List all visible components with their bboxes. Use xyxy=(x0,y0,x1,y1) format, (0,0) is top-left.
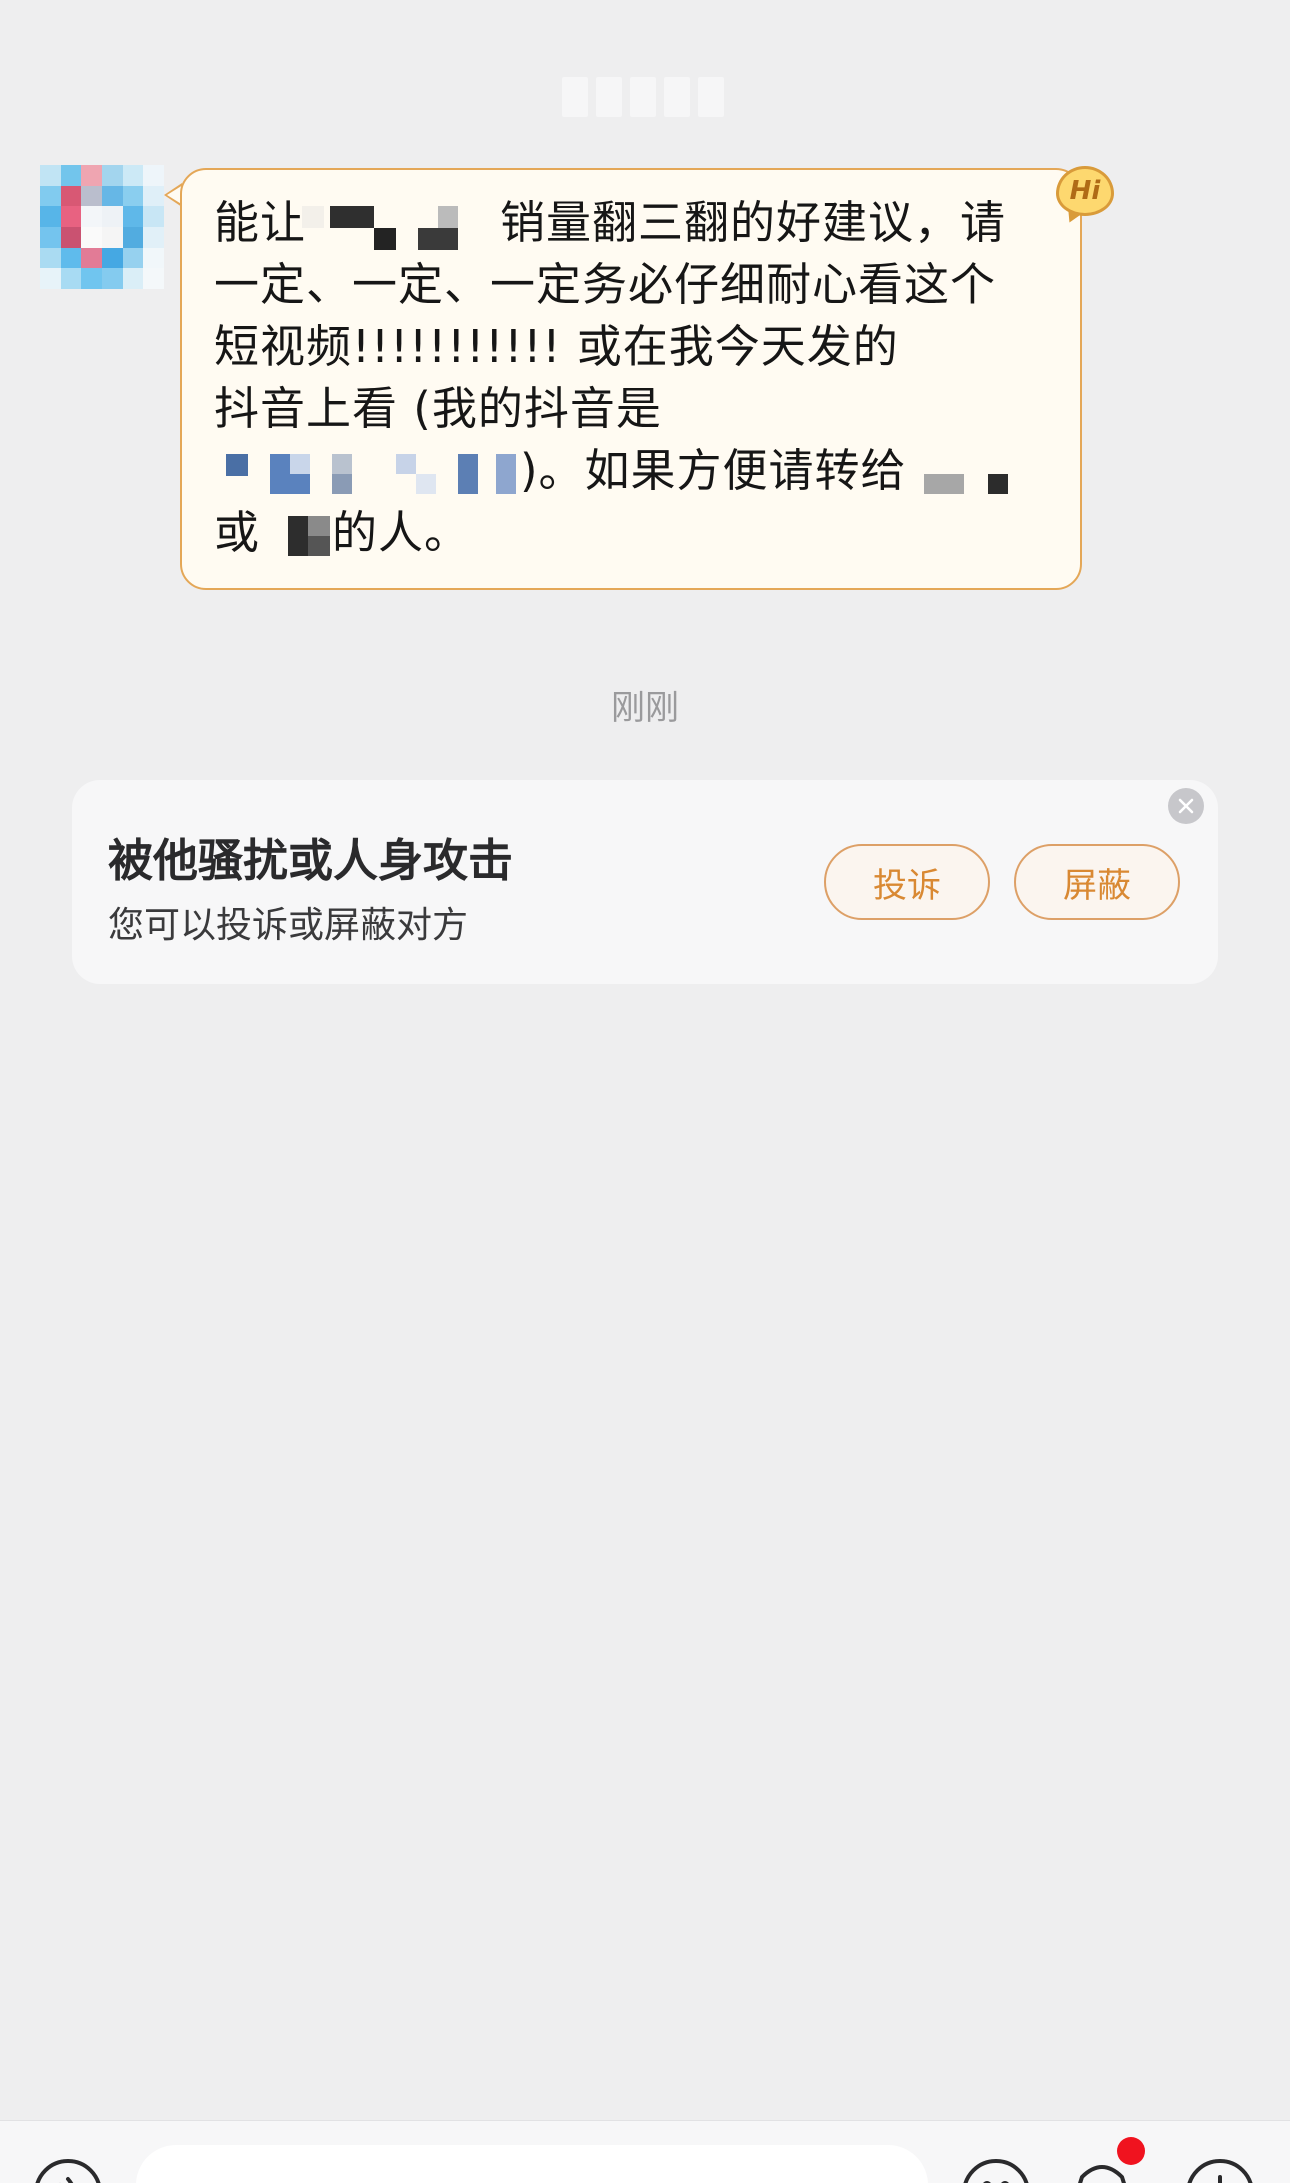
block-button[interactable]: 屏蔽 xyxy=(1014,844,1180,920)
message-line-5: )。如果方便请转给 xyxy=(520,440,907,502)
message-text: 短视频!!!!!!!!!!! 或在我今天发的 xyxy=(214,320,899,373)
message-line-6: 或 xyxy=(214,502,260,564)
message-line-3: 短视频!!!!!!!!!!! 或在我今天发的 xyxy=(214,316,899,378)
message-text: 或 xyxy=(214,506,261,559)
redacted-block xyxy=(458,454,478,494)
chat-screen: 能让 销量翻三翻的好建议，请 一定、一定、一定务必仔细耐心看这个 短视频!!!!… xyxy=(0,0,1290,2183)
redacted-block xyxy=(332,474,352,494)
redacted-block xyxy=(418,228,458,250)
close-icon[interactable] xyxy=(1168,788,1204,824)
emoji-icon[interactable] xyxy=(962,2159,1030,2183)
message-line-1b: 销量翻三翻的好建议，请 xyxy=(500,192,1006,254)
hi-badge-icon: Hi xyxy=(1056,166,1114,216)
message-line-2: 一定、一定、一定务必仔细耐心看这个 xyxy=(214,254,996,316)
notification-dot xyxy=(1117,2137,1145,2165)
redacted-block xyxy=(332,454,352,474)
redacted-block xyxy=(330,206,374,228)
hi-badge-label: Hi xyxy=(1069,176,1101,206)
redacted-block xyxy=(438,206,458,228)
redacted-block xyxy=(226,454,248,476)
message-line-6b: 的人。 xyxy=(332,502,470,564)
redacted-block xyxy=(290,454,310,474)
plus-icon[interactable] xyxy=(1186,2159,1254,2183)
avatar[interactable] xyxy=(40,165,164,289)
message-timestamp: 刚刚 xyxy=(611,688,679,728)
redacted-block xyxy=(416,474,436,494)
message-line-1: 能让 xyxy=(214,192,306,254)
notice-title: 被他骚扰或人身攻击 xyxy=(108,834,514,887)
complain-button[interactable]: 投诉 xyxy=(824,844,990,920)
message-text: 的人。 xyxy=(332,506,471,559)
message-text: 销量翻三翻的好建议，请 xyxy=(500,196,1007,249)
redacted-block xyxy=(396,454,416,474)
redacted-block xyxy=(288,516,308,556)
message-text: )。如果方便请转给 xyxy=(520,444,907,497)
harassment-notice-card: 被他骚扰或人身攻击 您可以投诉或屏蔽对方 投诉 屏蔽 xyxy=(72,780,1218,984)
message-text: 抖音上看 (我的抖音是 xyxy=(214,382,662,435)
message-text: 一定、一定、一定务必仔细耐心看这个 xyxy=(214,258,997,311)
notice-subtitle: 您可以投诉或屏蔽对方 xyxy=(108,905,469,946)
message-text: 能让 xyxy=(214,196,307,249)
voice-icon[interactable] xyxy=(34,2159,102,2183)
message-bubble[interactable]: 能让 销量翻三翻的好建议，请 一定、一定、一定务必仔细耐心看这个 短视频!!!!… xyxy=(180,168,1082,590)
redacted-block xyxy=(924,474,964,494)
chat-title-blurred xyxy=(548,68,738,126)
redacted-block xyxy=(302,206,324,228)
message-line-4: 抖音上看 (我的抖音是 xyxy=(214,378,662,440)
redacted-block xyxy=(308,516,330,536)
redacted-block xyxy=(496,454,516,494)
redacted-block xyxy=(374,228,396,250)
message-input[interactable] xyxy=(136,2145,928,2183)
redacted-block xyxy=(988,474,1008,494)
bottom-input-bar xyxy=(0,2120,1290,2183)
